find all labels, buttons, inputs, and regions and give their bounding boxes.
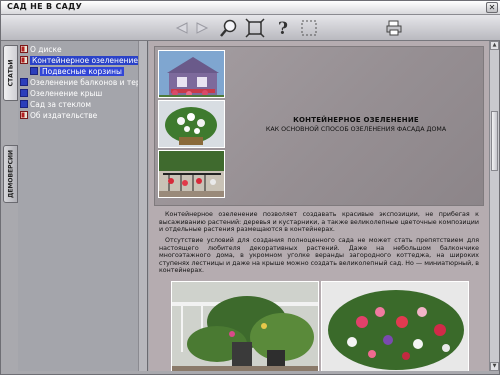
article-title: КОНТЕЙНЕРНОЕ ОЗЕЛЕНЕНИЕ — [293, 116, 419, 124]
tree-item-publisher[interactable]: Об издательстве — [20, 110, 97, 120]
tree-item-hanging-baskets[interactable]: Подвесные корзины — [30, 66, 124, 76]
flower-container-photo — [321, 281, 469, 371]
hanging-basket-photo — [158, 100, 225, 148]
tree-scrollbar[interactable] — [138, 41, 147, 371]
fullscreen-icon[interactable] — [245, 18, 265, 38]
page-icon — [30, 67, 38, 75]
vertical-tabs: СТАТЬИ ДЕМОВЕРСИИ — [3, 45, 18, 371]
tree-item-about-disc[interactable]: О диске — [20, 44, 62, 54]
book-icon — [20, 89, 28, 97]
house-facade-photo — [158, 50, 225, 98]
scroll-thumb[interactable] — [491, 111, 498, 171]
scroll-down-button[interactable]: ▼ — [490, 362, 499, 371]
forward-arrow-icon[interactable] — [193, 18, 213, 38]
help-icon[interactable]: ? — [273, 18, 293, 39]
tab-articles[interactable]: СТАТЬИ — [3, 45, 18, 101]
book-icon — [20, 45, 28, 53]
article-paragraph-2: Отсутствие условий для создания полноцен… — [159, 237, 479, 275]
tree-item-roofs[interactable]: Озеленение крыш — [20, 88, 102, 98]
back-arrow-icon[interactable] — [171, 18, 191, 38]
article-header: КОНТЕЙНЕРНОЕ ОЗЕЛЕНЕНИЕ КАК ОСНОВНОЙ СПО… — [154, 46, 484, 206]
book-icon — [20, 78, 28, 86]
tab-demos[interactable]: ДЕМОВЕРСИИ — [3, 145, 18, 203]
article-paragraph-1: Контейнерное озеленение позволяет создав… — [159, 211, 479, 234]
app-window: САД НЕ В САДУ ✕ ? СТАТЬИ ДЕМОВЕРСИИ О ди… — [0, 0, 500, 375]
book-open-icon — [20, 56, 28, 64]
tree-item-glass-garden[interactable]: Сад за стеклом — [20, 99, 91, 109]
tree-item-balconies[interactable]: Озеленение балконов и тер — [20, 77, 141, 87]
svg-text:?: ? — [278, 19, 288, 38]
print-icon[interactable] — [384, 18, 404, 38]
window-title: САД НЕ В САДУ — [7, 2, 83, 11]
magnifier-icon[interactable] — [219, 18, 239, 38]
toolbar: ? — [1, 15, 500, 41]
scroll-up-button[interactable]: ▲ — [490, 41, 499, 50]
title-bar[interactable]: САД НЕ В САДУ ✕ — [1, 1, 500, 15]
article-pane: КОНТЕЙНЕРНОЕ ОЗЕЛЕНЕНИЕ КАК ОСНОВНОЙ СПО… — [149, 41, 499, 371]
contents-tree: О диске Контейнерное озеленение Подвесны… — [18, 41, 148, 371]
tree-item-container-greening[interactable]: Контейнерное озеленение — [20, 55, 140, 65]
book-icon — [20, 111, 28, 119]
article-subtitle: КАК ОСНОВНОЙ СПОСОБ ОЗЕЛЕНЕНИЯ ФАСАДА ДО… — [265, 126, 447, 133]
article-scrollbar[interactable]: ▲ ▼ — [489, 41, 499, 371]
select-frame-icon[interactable] — [299, 18, 319, 38]
book-icon — [20, 100, 28, 108]
balcony-pots-photo — [171, 281, 319, 371]
header-photos — [158, 50, 225, 200]
close-button[interactable]: ✕ — [486, 2, 498, 13]
balcony-flowers-photo — [158, 150, 225, 198]
